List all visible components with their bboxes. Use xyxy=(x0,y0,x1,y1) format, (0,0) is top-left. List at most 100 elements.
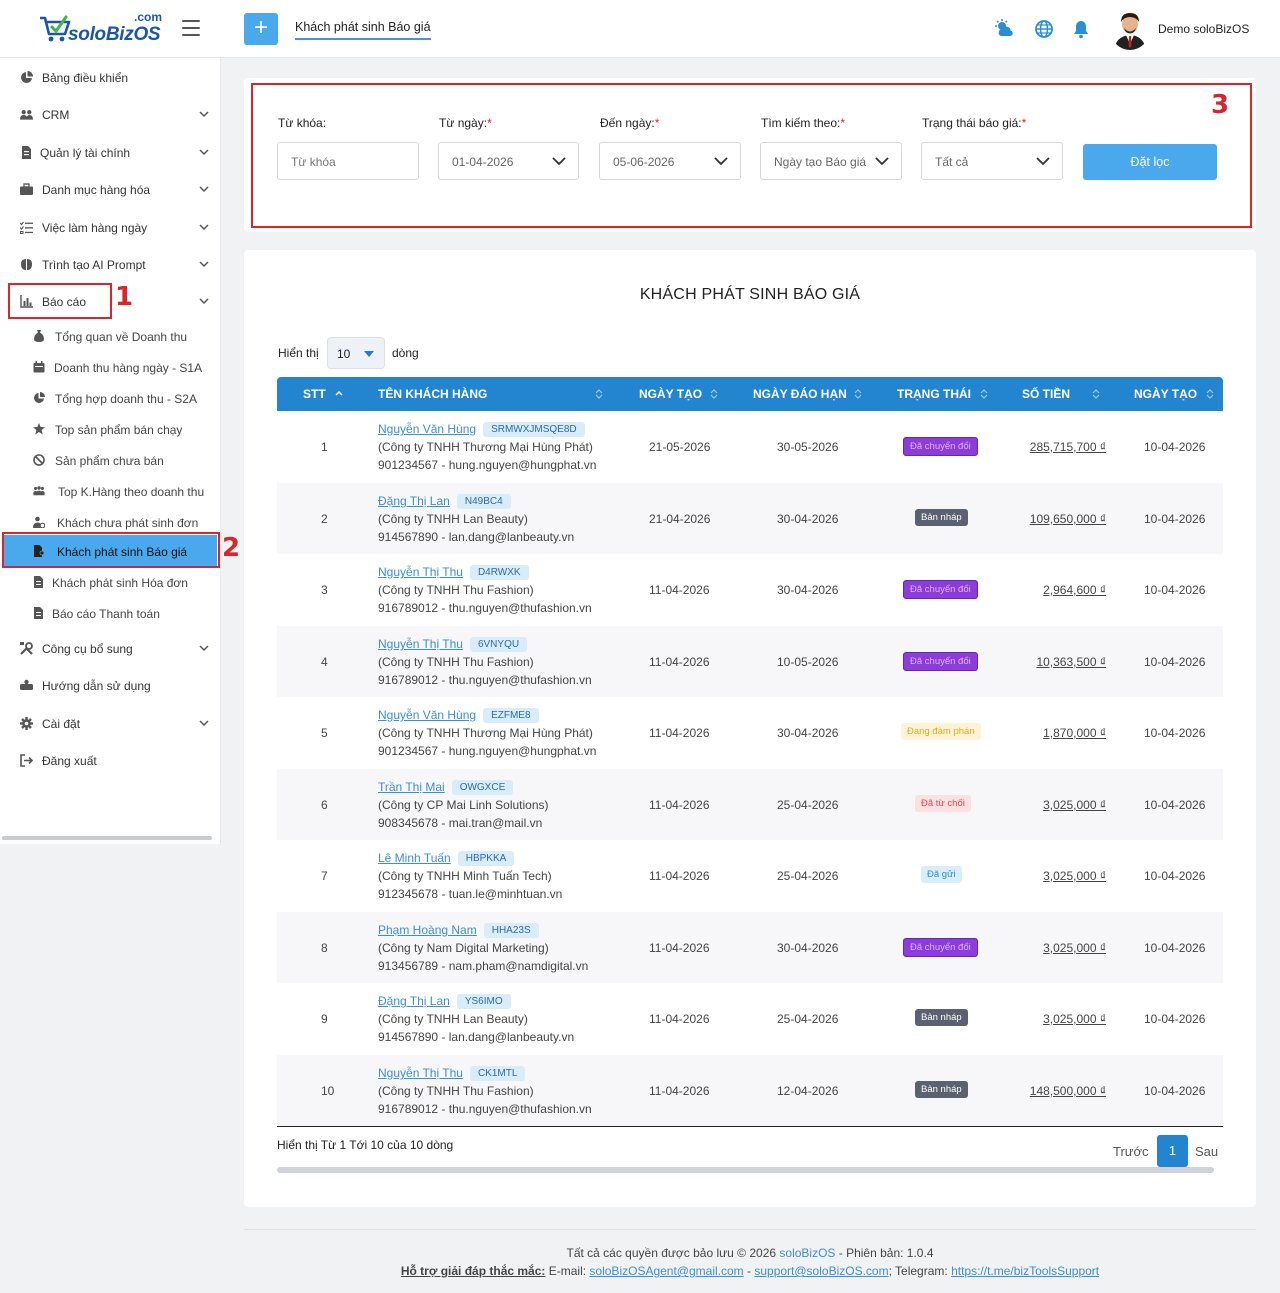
column-header-due[interactable]: NGÀY ĐÁO HẠN xyxy=(753,387,847,401)
quote-status-select[interactable]: Tất cả xyxy=(921,142,1063,180)
users-icon xyxy=(20,110,33,120)
sort-icon[interactable] xyxy=(1092,389,1100,399)
sidebar-subitem-label: Khách chưa phát sinh đơn xyxy=(57,516,199,530)
sidebar-item-ai-prompt[interactable]: Trình tạo AI Prompt xyxy=(0,249,221,279)
sidebar-item-finance[interactable]: Quản lý tài chính xyxy=(0,137,221,167)
column-header-stt[interactable]: STT xyxy=(303,387,326,401)
file-invoice-icon xyxy=(22,146,31,159)
sort-asc-icon[interactable] xyxy=(335,389,343,399)
customer-cell: Nguyễn Văn Hùng EZFME8 xyxy=(378,708,539,723)
sidebar-subitem-label: Khách phát sinh Hóa đơn xyxy=(52,576,188,590)
menu-toggle-icon[interactable] xyxy=(182,20,200,36)
customer-name-link[interactable]: Lê Minh Tuấn xyxy=(378,851,451,865)
chevron-down-icon xyxy=(199,720,209,727)
sidebar-item-tools[interactable]: Công cụ bổ sung xyxy=(0,633,221,663)
keyword-input[interactable]: Từ khóa xyxy=(277,142,419,180)
row-created-date: 21-04-2026 xyxy=(649,512,711,526)
apply-filter-button[interactable]: Đặt lọc xyxy=(1083,144,1217,180)
sort-icon[interactable] xyxy=(1206,389,1214,399)
table-horizontal-scrollbar[interactable] xyxy=(277,1167,1214,1173)
bell-icon[interactable] xyxy=(1071,19,1091,39)
to-date-select[interactable]: 05-06-2026 xyxy=(599,142,741,180)
customer-name-link[interactable]: Đặng Thị Lan xyxy=(378,994,450,1008)
sidebar-item-logout[interactable]: Đăng xuất xyxy=(0,745,221,775)
sidebar-subitem-invoice-customers[interactable]: Khách phát sinh Hóa đơn xyxy=(0,569,221,595)
customer-name-link[interactable]: Trần Thị Mai xyxy=(378,780,445,794)
customer-name-link[interactable]: Đặng Thị Lan xyxy=(378,494,450,508)
row-created-date: 11-04-2026 xyxy=(649,869,710,883)
pagination-page-current[interactable]: 1 xyxy=(1157,1135,1188,1167)
sort-icon[interactable] xyxy=(854,389,862,399)
sidebar-subitem-daily-revenue[interactable]: Doanh thu hàng ngày - S1A xyxy=(0,354,221,380)
customer-name-link[interactable]: Nguyễn Thị Thu xyxy=(378,565,463,579)
chevron-down-icon xyxy=(875,157,889,166)
sort-icon[interactable] xyxy=(980,389,988,399)
globe-icon[interactable] xyxy=(1034,19,1054,39)
customer-name-link[interactable]: Nguyễn Thị Thu xyxy=(378,637,463,651)
logo[interactable]: .com soloBizOS xyxy=(38,8,166,48)
customer-company: (Công ty TNHH Thu Fashion) xyxy=(378,583,534,597)
status-badge: Đã chuyển đổi xyxy=(903,580,978,599)
annotation-number-2: 2 xyxy=(222,533,241,563)
sidebar-subitem-label: Tổng quan về Doanh thu xyxy=(55,330,188,344)
sidebar-item-label: Bảng điều khiển xyxy=(42,71,129,85)
row-stt: 6 xyxy=(321,798,328,812)
customer-cell: Nguyễn Thị Thu 6VNYQU xyxy=(378,637,528,652)
customer-name-link[interactable]: Phạm Hoàng Nam xyxy=(378,923,477,937)
sort-icon[interactable] xyxy=(595,389,603,399)
quote-code-badge: N49BC4 xyxy=(456,494,511,509)
pagination-next[interactable]: Sau xyxy=(1195,1144,1218,1159)
add-new-button[interactable]: + xyxy=(244,13,278,45)
sidebar-item-dashboard[interactable]: Bảng điều khiển xyxy=(0,62,221,92)
column-header-created-2[interactable]: NGÀY TẠO xyxy=(1134,387,1197,401)
row-stt: 2 xyxy=(321,512,328,526)
column-header-created[interactable]: NGÀY TẠO xyxy=(639,387,702,401)
customer-contact: 914567890 - lan.dang@lanbeauty.vn xyxy=(378,1030,575,1044)
page-size-select[interactable]: 10 xyxy=(327,337,385,369)
sidebar-subitem-payment-report[interactable]: Báo cáo Thanh toán xyxy=(0,600,221,626)
column-header-amount[interactable]: SỐ TIỀN xyxy=(1022,387,1070,401)
avatar[interactable] xyxy=(1110,8,1150,50)
username[interactable]: Demo soloBizOS xyxy=(1158,22,1249,36)
row-created-date-2: 10-04-2026 xyxy=(1144,512,1206,526)
sidebar-subitem-revenue-overview[interactable]: Tổng quan về Doanh thu xyxy=(0,323,221,349)
sidebar-item-guide[interactable]: Hướng dẫn sử dụng xyxy=(0,670,221,700)
sidebar-item-daily-tasks[interactable]: Việc làm hàng ngày xyxy=(0,212,221,242)
footer-telegram-link[interactable]: https://t.me/bizToolsSupport xyxy=(951,1264,1099,1278)
search-by-select[interactable]: Ngày tạo Báo giá xyxy=(760,142,902,180)
pagination-prev[interactable]: Trước xyxy=(1113,1144,1149,1159)
from-date-value: 01-04-2026 xyxy=(452,155,514,169)
quote-status-value: Tất cả xyxy=(935,155,969,169)
sidebar-subitem-top-customers[interactable]: Top K.Hàng theo doanh thu xyxy=(0,478,221,504)
row-created-date-2: 10-04-2026 xyxy=(1144,941,1206,955)
sidebar-scrollbar[interactable] xyxy=(2,836,212,840)
sidebar-item-settings[interactable]: Cài đặt xyxy=(0,708,221,738)
row-created-date-2: 10-04-2026 xyxy=(1144,726,1206,740)
footer-email-link-1[interactable]: soloBizOSAgent@gmail.com xyxy=(589,1264,743,1278)
sidebar-subitem-revenue-summary[interactable]: Tổng hợp doanh thu - S2A xyxy=(0,385,221,411)
cloud-sun-icon[interactable] xyxy=(995,19,1015,39)
row-due-date: 25-04-2026 xyxy=(777,798,839,812)
row-created-date: 11-04-2026 xyxy=(649,655,710,669)
footer-email-link-2[interactable]: support@soloBizOS.com xyxy=(754,1264,888,1278)
tab-current-page[interactable]: Khách phát sinh Báo giá xyxy=(295,20,431,40)
chevron-down-icon xyxy=(199,149,209,156)
annotation-number-3: 3 xyxy=(1211,90,1230,120)
column-header-customer[interactable]: TÊN KHÁCH HÀNG xyxy=(378,387,487,401)
customer-contact: 901234567 - hung.nguyen@hungphat.vn xyxy=(378,744,597,758)
customer-name-link[interactable]: Nguyễn Văn Hùng xyxy=(378,422,476,436)
column-header-status[interactable]: TRẠNG THÁI xyxy=(897,387,971,401)
sidebar-subitem-unsold-products[interactable]: Sản phẩm chưa bán xyxy=(0,447,221,473)
sidebar-item-crm[interactable]: CRM xyxy=(0,99,221,129)
status-badge: Đã từ chối xyxy=(915,795,971,812)
sidebar-item-label: Quản lý tài chính xyxy=(40,146,131,160)
chevron-down-icon xyxy=(199,298,209,305)
customer-name-link[interactable]: Nguyễn Văn Hùng xyxy=(378,708,476,722)
sidebar-item-products[interactable]: Danh mục hàng hóa xyxy=(0,174,221,204)
sidebar-subitem-top-products[interactable]: Top sản phẩm bán chạy xyxy=(0,416,221,442)
from-date-select[interactable]: 01-04-2026 xyxy=(438,142,579,180)
customer-name-link[interactable]: Nguyễn Thị Thu xyxy=(378,1066,463,1080)
table-row: 2 Đặng Thị Lan N49BC4 (Công ty TNHH Lan Bea… xyxy=(277,483,1223,554)
sort-icon[interactable] xyxy=(710,389,718,399)
footer-brand-link[interactable]: soloBizOS xyxy=(779,1246,835,1260)
